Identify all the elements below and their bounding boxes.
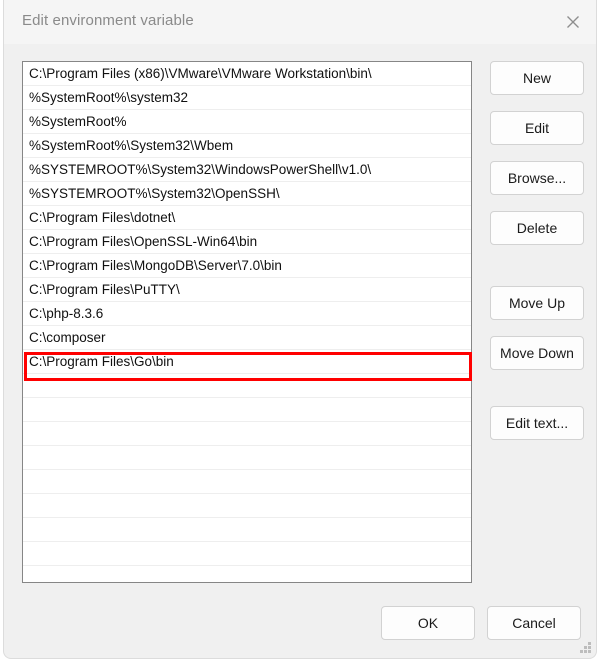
browse-button[interactable]: Browse... [490, 161, 584, 195]
list-item[interactable]: C:\Program Files (x86)\VMware\VMware Wor… [23, 62, 471, 86]
list-item[interactable]: %SystemRoot% [23, 110, 471, 134]
edit-environment-variable-dialog: Edit environment variable C:\Program Fil… [3, 0, 597, 659]
list-item[interactable]: C:\Program Files\OpenSSL-Win64\bin [23, 230, 471, 254]
path-entries-listbox[interactable]: C:\Program Files (x86)\VMware\VMware Wor… [22, 61, 472, 583]
move-down-button[interactable]: Move Down [490, 336, 584, 370]
list-item-empty[interactable] [23, 542, 471, 566]
edit-text-button[interactable]: Edit text... [490, 406, 584, 440]
list-item-empty[interactable] [23, 398, 471, 422]
title-bar: Edit environment variable [4, 0, 596, 44]
cancel-button[interactable]: Cancel [487, 606, 581, 640]
list-item[interactable]: %SYSTEMROOT%\System32\WindowsPowerShell\… [23, 158, 471, 182]
resize-grip-icon[interactable] [578, 640, 591, 653]
list-item-empty[interactable] [23, 494, 471, 518]
list-item[interactable]: C:\Program Files\dotnet\ [23, 206, 471, 230]
ok-button[interactable]: OK [381, 606, 475, 640]
list-item-empty[interactable] [23, 470, 471, 494]
list-item[interactable]: C:\Program Files\Go\bin [23, 350, 471, 374]
page-title: Edit environment variable [22, 12, 194, 29]
list-item-empty[interactable] [23, 518, 471, 542]
delete-button[interactable]: Delete [490, 211, 584, 245]
list-item[interactable]: C:\composer [23, 326, 471, 350]
close-icon[interactable] [550, 0, 596, 44]
edit-button[interactable]: Edit [490, 111, 584, 145]
new-button[interactable]: New [490, 61, 584, 95]
list-item[interactable]: %SYSTEMROOT%\System32\OpenSSH\ [23, 182, 471, 206]
list-item[interactable]: %SystemRoot%\system32 [23, 86, 471, 110]
list-item[interactable]: %SystemRoot%\System32\Wbem [23, 134, 471, 158]
list-item[interactable]: C:\Program Files\PuTTY\ [23, 278, 471, 302]
list-item-empty[interactable] [23, 446, 471, 470]
list-item-empty[interactable] [23, 422, 471, 446]
list-item[interactable]: C:\Program Files\MongoDB\Server\7.0\bin [23, 254, 471, 278]
list-item-empty[interactable] [23, 374, 471, 398]
list-item[interactable]: C:\php-8.3.6 [23, 302, 471, 326]
move-up-button[interactable]: Move Up [490, 286, 584, 320]
